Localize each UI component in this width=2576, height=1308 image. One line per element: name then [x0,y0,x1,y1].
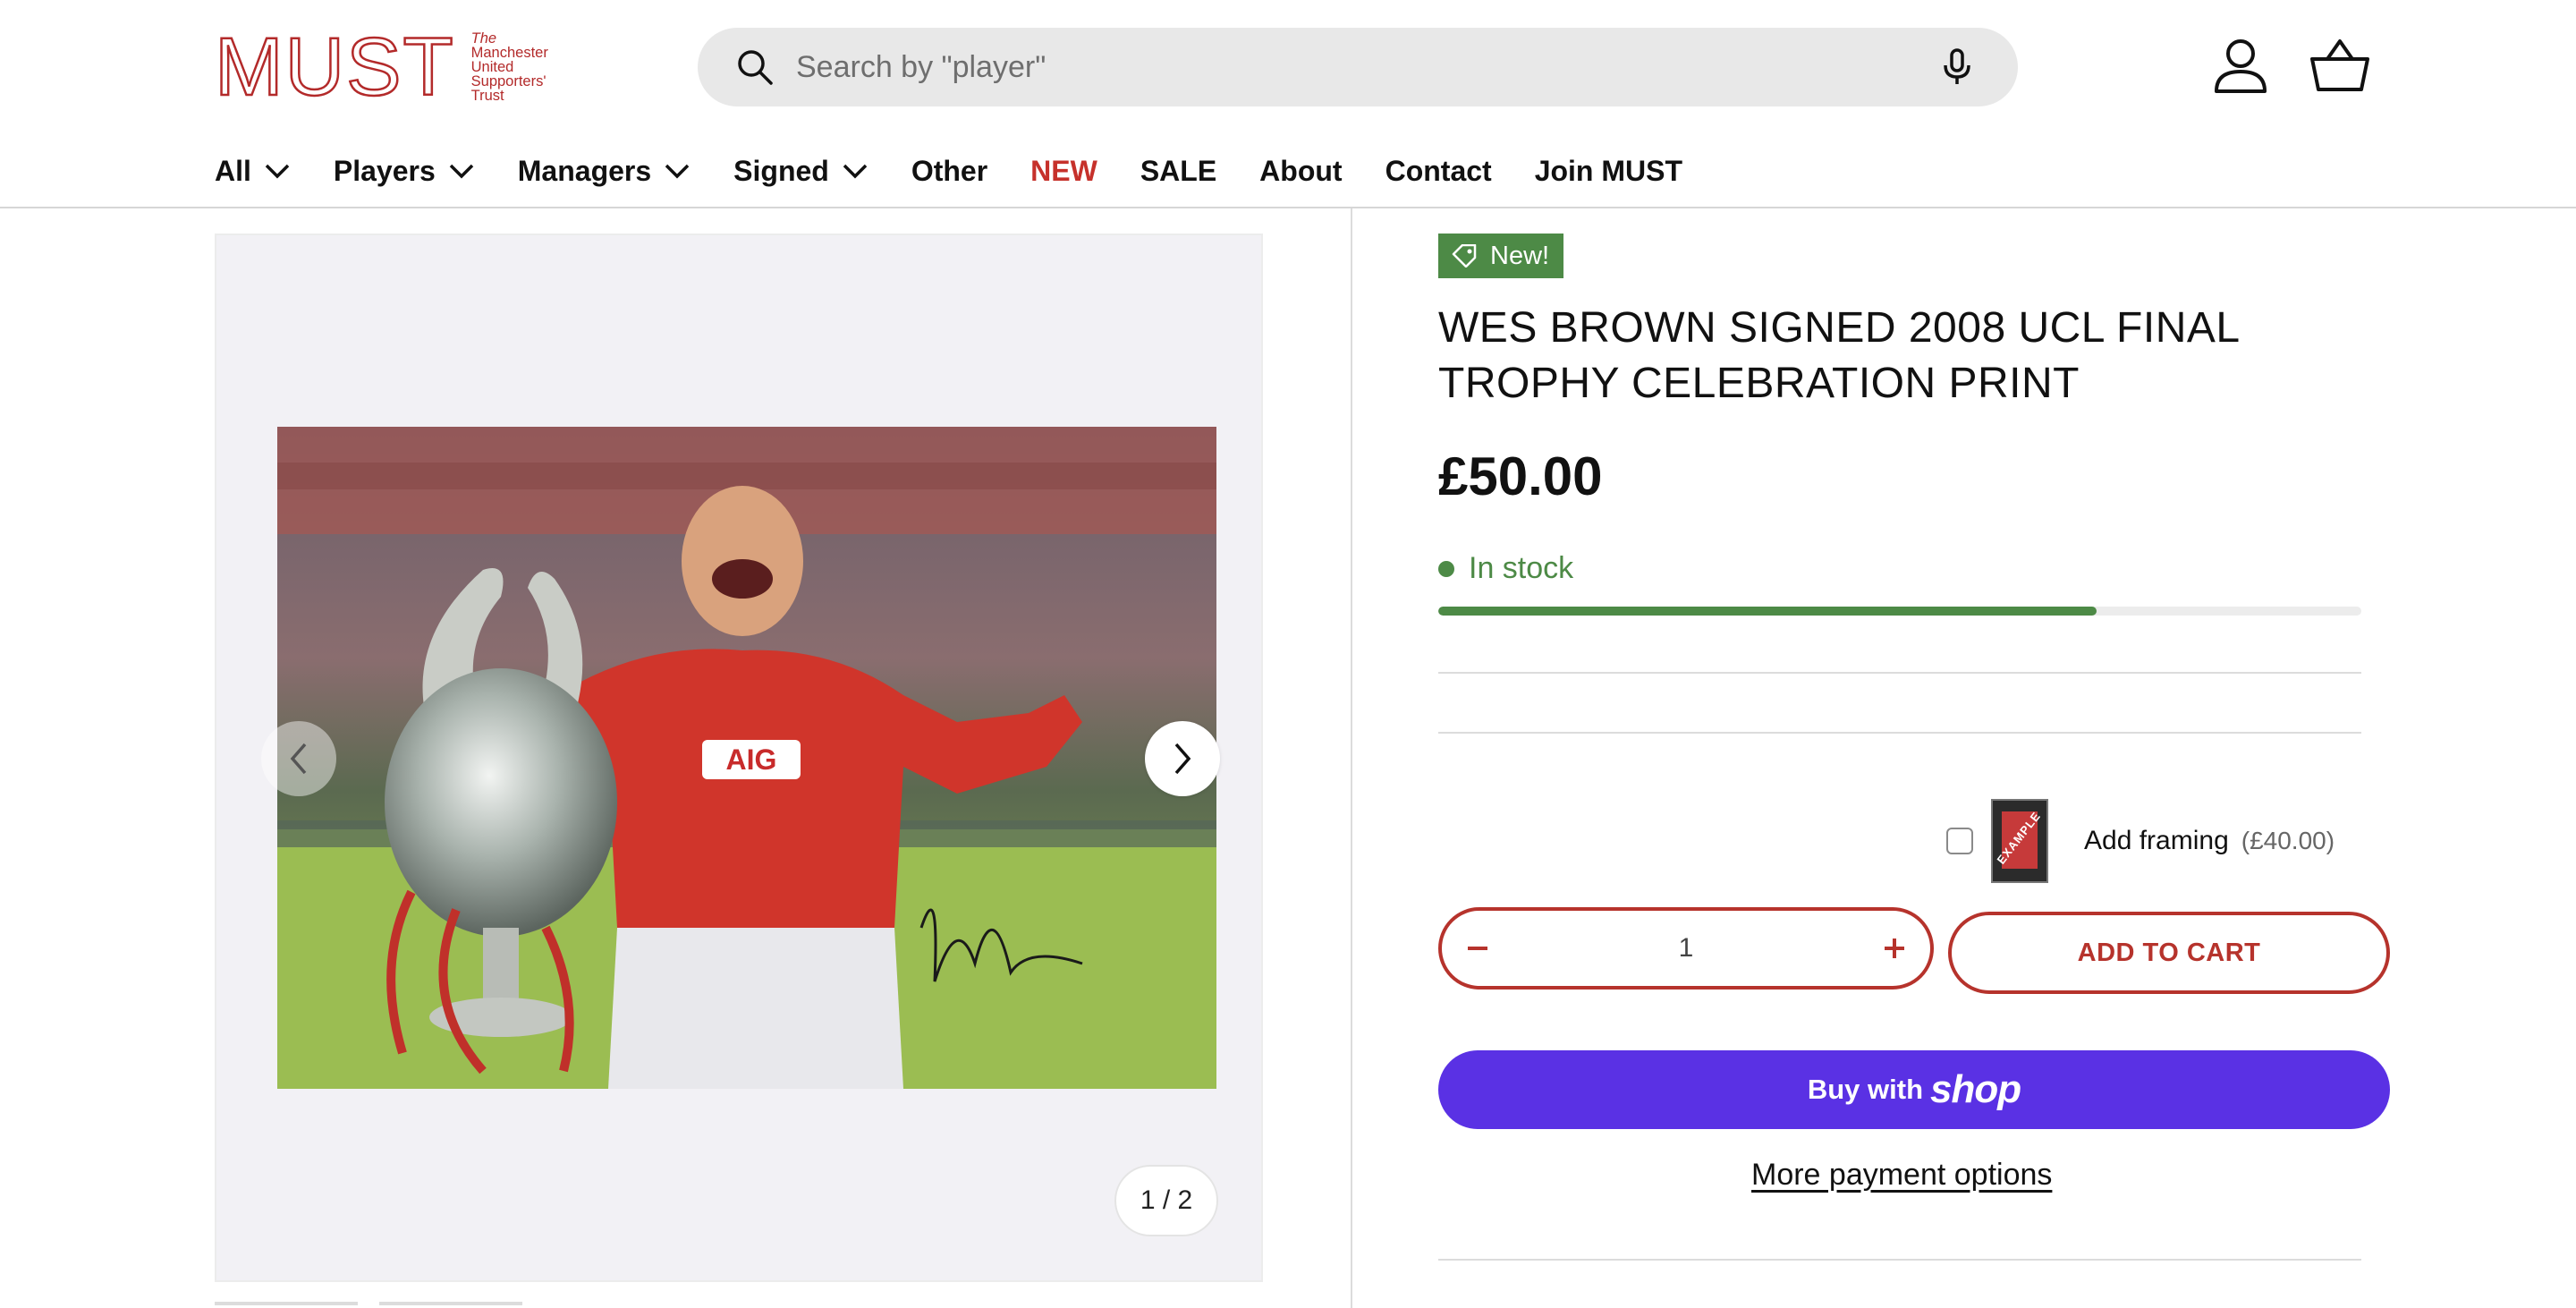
add-framing-checkbox[interactable] [1946,828,1973,854]
divider [1438,732,2361,734]
nav-label: Signed [733,154,829,187]
nav-label: Players [333,154,436,187]
divider [1438,672,2361,674]
nav-item-contact[interactable]: Contact [1385,155,1492,188]
badge-label: New! [1490,241,1550,270]
chevron-down-icon [449,164,474,179]
stock-status: In stock [1438,551,1573,586]
plus-icon [1885,939,1904,958]
quantity-stepper [1438,907,1934,989]
main-nav: All Players Managers Signed Other NEW SA… [215,150,1725,191]
more-payment-options-link[interactable]: More payment options [1751,1158,2052,1193]
framing-price: (£40.00) [2241,827,2335,854]
nav-item-about[interactable]: About [1259,155,1342,188]
nav-item-new[interactable]: NEW [1030,155,1097,188]
logo-tagline: The Manchester United Supporters' Trust [470,30,548,104]
chevron-down-icon [265,164,290,179]
chevron-right-icon [1174,743,1191,775]
decrease-quantity-button[interactable] [1442,913,1513,984]
product-price: £50.00 [1438,446,1603,506]
nav-item-other[interactable]: Other [911,155,987,188]
add-to-cart-button[interactable]: ADD TO CART [1948,912,2390,994]
product-gallery[interactable]: AIG [215,234,1263,1282]
stock-level-bar [1438,607,2361,616]
stock-label: In stock [1469,551,1574,585]
microphone-icon[interactable] [1939,47,1975,87]
column-divider [1351,208,1352,1308]
stock-indicator-dot [1438,560,1454,577]
tag-icon [1452,244,1477,268]
nav-item-all[interactable]: All [215,155,291,188]
nav-label: All [215,154,251,187]
framing-label: Add framing [2084,826,2229,855]
nav-item-signed[interactable]: Signed [733,155,869,188]
gallery-next-button[interactable] [1145,721,1220,796]
nav-item-join-must[interactable]: Join MUST [1535,155,1682,188]
chevron-down-icon [843,164,868,179]
shop-pay-logo: shop [1930,1067,2021,1111]
must-logo[interactable]: MUST The Manchester United Supporters' T… [214,21,548,113]
thumbnail-2[interactable] [379,1302,522,1305]
logo-wordmark: MUST [214,21,455,113]
account-icon[interactable] [2211,36,2270,95]
increase-quantity-button[interactable] [1859,913,1930,984]
basket-icon[interactable] [2309,38,2370,93]
add-framing-option[interactable]: EXAMPLE Add framing (£40.00) [1946,798,2334,884]
new-badge: New! [1438,234,1564,278]
nav-label: Managers [517,154,652,187]
search-icon[interactable] [735,47,775,87]
framing-thumbnail: EXAMPLE [1991,799,2048,883]
nav-item-managers[interactable]: Managers [518,155,691,188]
shop-pay-prefix: Buy with [1807,1074,1924,1105]
header-divider [0,207,2576,208]
nav-item-sale[interactable]: SALE [1140,155,1216,188]
quantity-input[interactable] [1648,932,1724,964]
divider [1438,1259,2361,1261]
shop-pay-button[interactable]: Buy with shop [1438,1050,2390,1129]
search-bar[interactable] [698,28,2018,106]
product-photo: AIG [277,427,1216,1089]
nav-item-players[interactable]: Players [334,155,475,188]
svg-text:AIG: AIG [726,743,777,776]
gallery-prev-button[interactable] [261,721,336,796]
thumbnail-1[interactable] [215,1302,358,1305]
product-title: WES BROWN SIGNED 2008 UCL FINAL TROPHY C… [1438,304,2239,407]
search-input[interactable] [794,48,1939,86]
gallery-counter: 1 / 2 [1114,1165,1218,1236]
minus-icon [1468,947,1487,950]
chevron-down-icon [665,164,690,179]
stock-level-fill [1438,607,2097,616]
chevron-left-icon [290,743,307,775]
